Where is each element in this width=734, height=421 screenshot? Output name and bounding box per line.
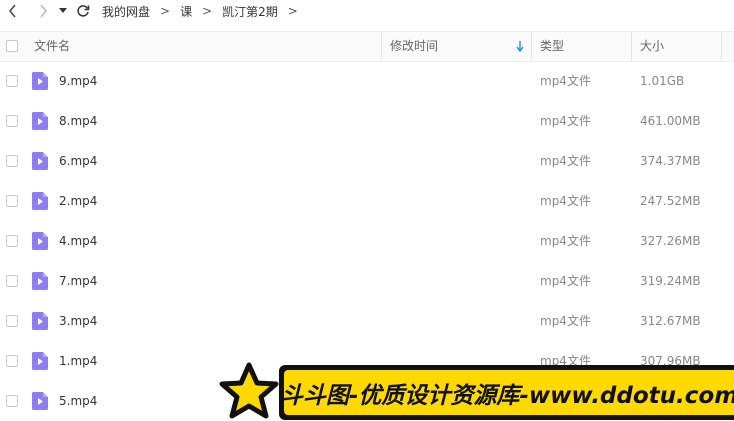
video-file-icon <box>32 392 48 410</box>
file-list-header: 文件名 修改时间 类型 大小 <box>0 31 734 62</box>
breadcrumb-separator[interactable]: > <box>280 4 306 18</box>
column-divider[interactable] <box>531 32 532 61</box>
file-type: mp4文件 <box>540 314 591 328</box>
back-button[interactable] <box>2 0 24 22</box>
breadcrumb-separator: > <box>160 4 171 18</box>
star-icon <box>219 362 279 419</box>
row-checkbox[interactable] <box>6 395 18 407</box>
forward-button[interactable] <box>32 0 54 22</box>
row-checkbox[interactable] <box>6 275 18 287</box>
table-row[interactable]: 3.mp4 mp4文件 312.67MB <box>0 301 734 341</box>
table-row[interactable]: 7.mp4 mp4文件 319.24MB <box>0 261 734 301</box>
navigation-bar: 我的网盘 > 课 > 凯汀第2期 > <box>0 0 734 22</box>
video-file-icon <box>32 352 48 370</box>
video-file-icon <box>32 312 48 330</box>
refresh-button[interactable] <box>72 0 94 22</box>
file-type: mp4文件 <box>540 234 591 248</box>
file-name[interactable]: 5.mp4 <box>59 381 97 421</box>
column-header-size[interactable]: 大小 <box>640 32 664 61</box>
file-name[interactable]: 1.mp4 <box>59 341 97 381</box>
file-size: 312.67MB <box>640 314 701 328</box>
file-size: 327.26MB <box>640 234 701 248</box>
file-type: mp4文件 <box>540 74 591 88</box>
breadcrumb-item-root[interactable]: 我的网盘 <box>100 3 152 20</box>
file-name[interactable]: 6.mp4 <box>59 141 97 181</box>
video-file-icon <box>32 112 48 130</box>
table-row[interactable]: 9.mp4 mp4文件 1.01GB <box>0 61 734 101</box>
file-size: 461.00MB <box>640 114 701 128</box>
breadcrumb-item-course[interactable]: 课 <box>178 3 194 20</box>
file-name[interactable]: 9.mp4 <box>59 61 97 101</box>
watermark-text: 斗斗图-优质设计资源库-www.ddotu.com <box>279 382 734 409</box>
table-row[interactable]: 8.mp4 mp4文件 461.00MB <box>0 101 734 141</box>
column-divider[interactable] <box>721 32 722 61</box>
file-type: mp4文件 <box>540 154 591 168</box>
watermark-inner: 斗斗图-优质设计资源库-www.ddotu.com <box>280 370 734 415</box>
column-header-name[interactable]: 文件名 <box>34 32 70 61</box>
file-type: mp4文件 <box>540 274 591 288</box>
row-checkbox[interactable] <box>6 75 18 87</box>
file-size: 319.24MB <box>640 274 701 288</box>
select-all-checkbox[interactable] <box>6 40 18 52</box>
file-name[interactable]: 7.mp4 <box>59 261 97 301</box>
chevron-right-icon <box>40 4 47 18</box>
watermark-banner: 斗斗图-优质设计资源库-www.ddotu.com <box>279 365 734 420</box>
file-name[interactable]: 3.mp4 <box>59 301 97 341</box>
file-type: mp4文件 <box>540 194 591 208</box>
column-header-type[interactable]: 类型 <box>540 32 564 61</box>
table-row[interactable]: 6.mp4 mp4文件 374.37MB <box>0 141 734 181</box>
video-file-icon <box>32 72 48 90</box>
video-file-icon <box>32 152 48 170</box>
history-dropdown-button[interactable] <box>56 0 70 22</box>
refresh-icon <box>77 5 90 17</box>
video-file-icon <box>32 272 48 290</box>
file-size: 247.52MB <box>640 194 701 208</box>
file-name[interactable]: 2.mp4 <box>59 181 97 221</box>
breadcrumb-item-current[interactable]: 凯汀第2期 <box>220 3 280 20</box>
breadcrumb-separator: > <box>202 4 213 18</box>
column-header-modified[interactable]: 修改时间 <box>390 32 438 61</box>
row-checkbox[interactable] <box>6 235 18 247</box>
row-checkbox[interactable] <box>6 315 18 327</box>
file-size: 374.37MB <box>640 154 701 168</box>
table-row[interactable]: 2.mp4 mp4文件 247.52MB <box>0 181 734 221</box>
file-type: mp4文件 <box>540 114 591 128</box>
file-name[interactable]: 8.mp4 <box>59 101 97 141</box>
column-divider[interactable] <box>631 32 632 61</box>
row-checkbox[interactable] <box>6 355 18 367</box>
sort-descending-icon[interactable] <box>516 41 524 52</box>
row-checkbox[interactable] <box>6 115 18 127</box>
row-checkbox[interactable] <box>6 195 18 207</box>
caret-down-icon <box>59 8 67 13</box>
chevron-left-icon <box>9 4 16 18</box>
breadcrumb: 我的网盘 > 课 > 凯汀第2期 > <box>100 3 306 20</box>
row-checkbox[interactable] <box>6 155 18 167</box>
video-file-icon <box>32 192 48 210</box>
video-file-icon <box>32 232 48 250</box>
column-divider[interactable] <box>381 32 382 61</box>
table-row[interactable]: 4.mp4 mp4文件 327.26MB <box>0 221 734 261</box>
file-size: 1.01GB <box>640 74 685 88</box>
file-name[interactable]: 4.mp4 <box>59 221 97 261</box>
